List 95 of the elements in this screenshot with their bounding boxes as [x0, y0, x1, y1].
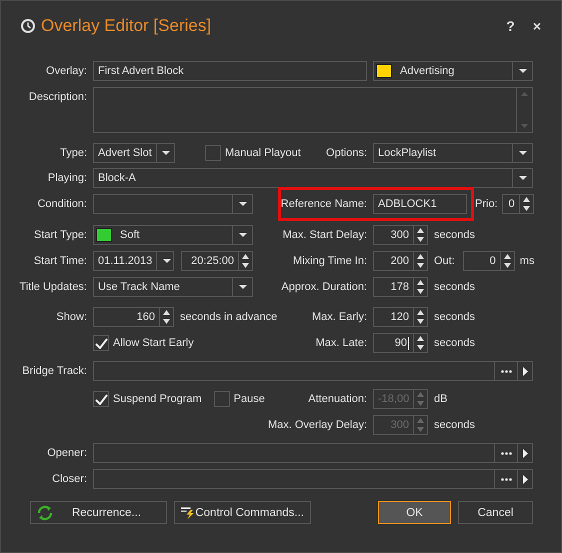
unit-label: seconds	[434, 337, 475, 349]
field-label: Attenuation:	[307, 393, 367, 405]
playing-dropdown[interactable]: Block-A	[93, 168, 533, 188]
caret-icon	[238, 202, 246, 206]
field-label: Reference Name:	[280, 198, 367, 210]
caret-icon	[238, 285, 246, 289]
ok-button[interactable]: OK	[378, 501, 451, 524]
number-spinner[interactable]: 120	[373, 307, 428, 327]
input-field[interactable]: First Advert Block	[93, 61, 367, 81]
opener-field[interactable]	[93, 443, 533, 463]
unit-label: seconds	[434, 311, 475, 323]
input-field[interactable]: ADBLOCK1	[373, 194, 467, 214]
category-dropdown[interactable]: Advertising	[373, 61, 533, 81]
close-button[interactable]: ×	[530, 18, 543, 34]
closer-field[interactable]	[93, 469, 533, 489]
checkbox-label: Manual Playout	[225, 147, 301, 159]
type-dropdown[interactable]: Advert Slot	[93, 143, 175, 163]
lightning-icon	[181, 504, 196, 520]
checkbox[interactable]	[205, 145, 221, 161]
field-label: Mixing Time In:	[292, 255, 367, 267]
unit-label: seconds	[434, 419, 475, 431]
spin-arrows-icon	[417, 392, 424, 406]
field-label: Closer:	[51, 473, 87, 485]
window-title: Overlay Editor [Series]	[41, 16, 212, 36]
field-label: Overlay:	[45, 65, 87, 77]
field-label: Show:	[55, 311, 87, 323]
field-label: Options:	[325, 147, 367, 159]
field-label: Prio:	[475, 198, 498, 210]
field-label: Description:	[28, 90, 87, 103]
number-spinner[interactable]: 160	[93, 307, 174, 327]
checkbox-label: Pause	[234, 393, 265, 405]
bridge-track-field[interactable]	[93, 361, 533, 381]
dots-icon	[500, 452, 512, 454]
spin-arrows-icon	[163, 310, 170, 324]
spin-arrows-icon	[504, 254, 511, 268]
field-label: Opener:	[46, 447, 87, 459]
caret-icon	[518, 69, 526, 73]
spin-arrows-icon	[242, 254, 249, 268]
field-label: Start Type:	[33, 229, 87, 241]
unit-label: dB	[434, 393, 448, 405]
spin-arrows-icon	[417, 254, 424, 268]
caret-icon	[162, 259, 171, 263]
time-spinner[interactable]: 20:25:00	[181, 251, 253, 271]
play-icon	[522, 448, 528, 458]
number-spinner[interactable]: 200	[373, 251, 428, 271]
scroll-arrows-icon	[521, 91, 528, 129]
field-label: Max. Late:	[314, 337, 367, 349]
field-label: Playing:	[46, 172, 87, 184]
spin-arrows-icon	[417, 418, 424, 432]
field-label: Start Time:	[32, 255, 87, 267]
caret-icon	[238, 233, 246, 237]
action-button[interactable]: Control Commands...	[174, 501, 311, 524]
field-label: Max. Overlay Delay:	[266, 419, 367, 431]
spin-arrows-icon	[522, 197, 530, 211]
number-spinner[interactable]: 0	[462, 251, 515, 271]
unit-label: ms	[520, 255, 534, 267]
field-label: Bridge Track:	[21, 365, 87, 377]
play-icon	[522, 366, 528, 376]
caret-icon	[518, 151, 526, 155]
dots-icon	[500, 478, 512, 480]
title-updates-dropdown[interactable]: Use Track Name	[93, 277, 253, 297]
spin-arrows-icon	[417, 310, 424, 324]
field-label: Title Updates:	[18, 281, 87, 293]
spin-arrows-icon	[417, 336, 424, 350]
unit-label: seconds	[434, 229, 475, 241]
spin-arrows-icon	[417, 280, 424, 294]
field-label: Max. Start Delay:	[282, 229, 367, 241]
caret-icon	[162, 151, 170, 155]
play-icon	[522, 474, 528, 484]
spin-arrows-icon	[417, 228, 424, 242]
number-spinner[interactable]: 300	[373, 225, 428, 245]
field-label: Condition:	[36, 198, 87, 210]
field-label: Type:	[59, 147, 87, 159]
dots-icon	[500, 370, 512, 372]
field-label: Out:	[434, 255, 455, 267]
field-label: Approx. Duration:	[280, 281, 367, 293]
date-dropdown[interactable]: 01.11.2013	[93, 251, 174, 271]
start-type-dropdown[interactable]: Soft	[93, 225, 253, 245]
number-spinner[interactable]: 178	[373, 277, 428, 297]
help-button[interactable]: ?	[504, 18, 517, 34]
checkbox[interactable]	[93, 335, 109, 351]
cancel-button[interactable]: Cancel	[458, 501, 533, 524]
number-spinner[interactable]: 90	[373, 333, 428, 353]
caret-icon	[518, 176, 526, 180]
checkbox[interactable]	[93, 391, 109, 407]
options-dropdown[interactable]: LockPlaylist	[373, 143, 533, 163]
clock-icon	[20, 18, 36, 34]
refresh-icon	[37, 504, 53, 520]
unit-label: seconds in advance	[180, 311, 278, 323]
number-spinner[interactable]: 0	[502, 194, 534, 214]
checkbox-label: Allow Start Early	[113, 337, 194, 349]
checkbox-label: Suspend Program	[113, 393, 202, 405]
action-button[interactable]: Recurrence...	[30, 501, 167, 524]
checkbox[interactable]	[214, 391, 230, 407]
unit-label: seconds	[434, 281, 475, 293]
